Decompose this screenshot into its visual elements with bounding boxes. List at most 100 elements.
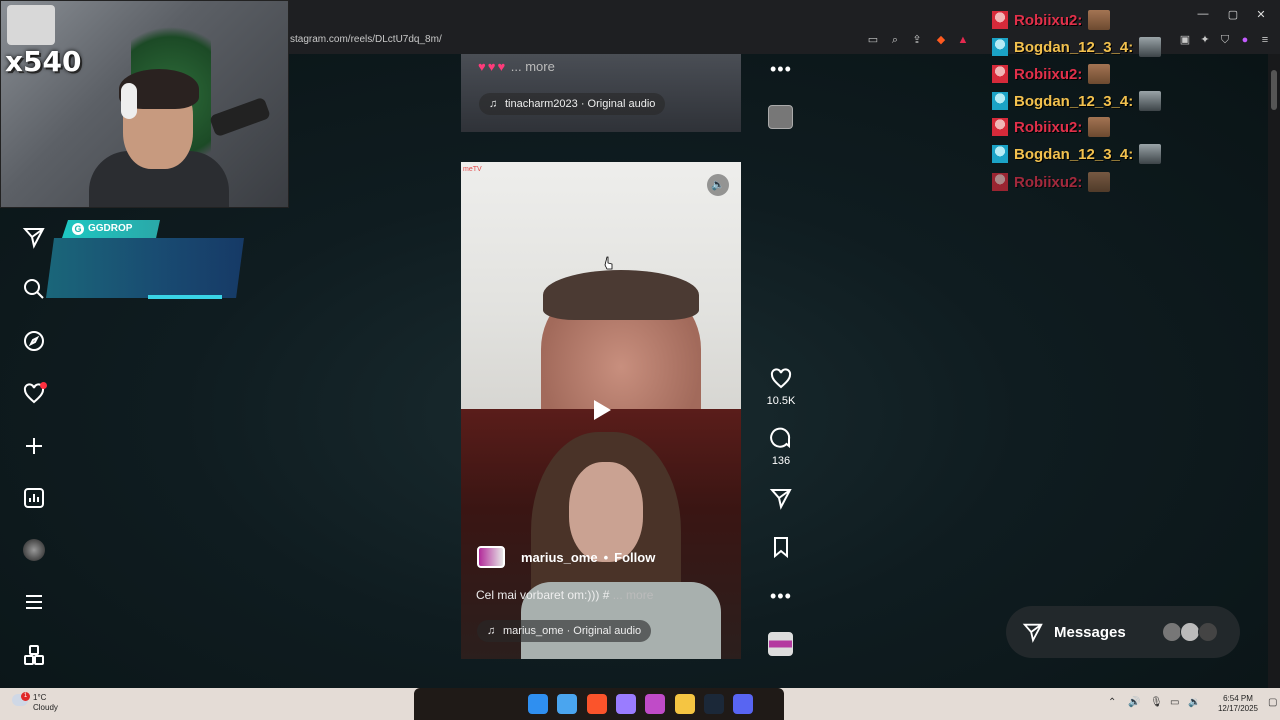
discord-icon[interactable] (733, 694, 753, 714)
ggdrop-banner (46, 238, 244, 298)
share-icon[interactable]: ⇪ (910, 33, 924, 47)
caption-text: Cel mai vorbaret om:))) # (476, 588, 610, 602)
reel-audio[interactable]: ♫ marius_ome · Original audio (477, 620, 652, 642)
extension-icon[interactable]: ● (1238, 33, 1252, 47)
scrollbar[interactable] (1268, 54, 1280, 688)
like-button[interactable]: 10.5K (766, 367, 796, 407)
plus-icon (26, 438, 42, 454)
ggdrop-logo-icon: G (72, 223, 84, 235)
speaker-icon[interactable]: 🔊 (1128, 697, 1140, 708)
webcam-overlay: x540 (0, 0, 289, 208)
scrollbar-thumb[interactable] (1271, 70, 1277, 110)
chevron-up-icon[interactable]: ⌃ (1108, 697, 1116, 708)
chat-emote (1088, 117, 1111, 137)
clock-date[interactable]: 12/17/2025 (1210, 704, 1266, 713)
chat-badge-icon (992, 118, 1008, 136)
separator-dot: • (603, 549, 609, 565)
start-icon[interactable] (528, 694, 548, 714)
reel-previous-caption[interactable]: ♥♥♥ ... more (478, 59, 555, 74)
message-avatar (1198, 622, 1218, 642)
cast-icon[interactable]: ▭ (866, 33, 880, 47)
volume-icon[interactable]: 🔉 (1188, 697, 1200, 708)
wallet-icon[interactable]: ▣ (1178, 33, 1192, 47)
taskview-icon[interactable] (557, 694, 577, 714)
clock-time[interactable]: 6:54 PM (1210, 694, 1266, 703)
folder-icon[interactable] (675, 694, 695, 714)
steam-icon[interactable] (704, 694, 724, 714)
chat-message: Robiixu2: (992, 116, 1111, 138)
author-username[interactable]: marius_ome (521, 550, 598, 565)
notifications-icon[interactable]: ▢ (1268, 697, 1277, 708)
rewards-icon[interactable]: ▲ (956, 33, 970, 47)
chat-username: Robiixu2: (1014, 11, 1083, 29)
heart-icon (770, 368, 792, 389)
author-avatar[interactable] (477, 546, 505, 568)
leo-icon[interactable]: ✦ (1198, 33, 1212, 47)
hand-cursor-icon (604, 256, 613, 270)
weather-description[interactable]: Cloudy (33, 703, 58, 712)
notification-dot (40, 382, 47, 389)
reel-caption[interactable]: Cel mai vorbaret om:))) # ... more (476, 588, 653, 602)
message-avatar (1180, 622, 1200, 642)
comment-count: 136 (771, 455, 791, 467)
reel-previous-more-button[interactable]: ••• (770, 59, 792, 80)
send-icon (22, 228, 45, 249)
reel-audio-thumbnail[interactable] (768, 632, 793, 656)
vpn-icon[interactable]: ⛉ (1218, 33, 1232, 47)
reel-previous-audio[interactable]: ♫ tinacharm2023 · Original audio (479, 93, 666, 115)
message-avatar (1162, 622, 1182, 642)
save-button[interactable] (766, 535, 796, 559)
brave-icon[interactable] (587, 694, 607, 714)
share-button[interactable] (766, 486, 796, 510)
volume-button[interactable]: 🔈 (707, 174, 729, 196)
close-button[interactable]: ✕ (1254, 8, 1268, 21)
sidebar-create-button[interactable] (20, 432, 48, 460)
minimize-button[interactable]: — (1196, 8, 1210, 20)
send-icon (1022, 623, 1043, 643)
weather-temperature[interactable]: 1°C (33, 693, 46, 702)
play-icon[interactable] (589, 398, 613, 422)
chat-message: Robiixu2: (992, 9, 1111, 31)
caption-more-link[interactable]: ... more (511, 59, 555, 74)
weather-badge: 1 (21, 692, 30, 701)
app-icon[interactable] (645, 694, 665, 714)
app-icon[interactable] (616, 694, 636, 714)
hamburger-icon (26, 595, 42, 609)
microphone (208, 96, 272, 138)
chat-message: Bogdan_12_3_4: (992, 36, 1162, 58)
maximize-button[interactable]: ▢ (1226, 8, 1240, 21)
chat-username: Robiixu2: (1014, 65, 1083, 83)
sidebar-profile-button[interactable] (20, 536, 48, 564)
comment-button[interactable]: 136 (766, 427, 796, 467)
profile-avatar (23, 539, 45, 561)
sidebar-direct-button[interactable] (20, 223, 48, 251)
zoom-icon[interactable]: ⌕ (888, 33, 902, 47)
chat-badge-icon (992, 11, 1008, 29)
sidebar-apps-button[interactable] (20, 641, 48, 669)
sidebar-explore-button[interactable] (20, 327, 48, 355)
video-watermark: meTV (463, 166, 482, 173)
music-note-icon: ♫ (489, 98, 498, 110)
chat-message: Bogdan_12_3_4: (992, 143, 1162, 165)
sidebar-search-button[interactable] (20, 275, 48, 303)
network-icon[interactable]: ▭ (1170, 697, 1179, 708)
chat-emote (1088, 10, 1111, 30)
mic-icon[interactable]: 🎙 (1150, 697, 1163, 708)
sidebar-dashboard-button[interactable] (20, 484, 48, 512)
messages-button[interactable]: Messages (1006, 606, 1240, 658)
chat-badge-icon (992, 145, 1008, 163)
reel-video[interactable]: meTV 🔈 marius_ome • Follow Cel mai vorba… (461, 162, 741, 659)
caption-more-link[interactable]: ... more (613, 588, 654, 602)
chat-emote (1139, 37, 1162, 57)
audio-label: tinacharm2023 · Original audio (505, 98, 656, 110)
comment-icon (770, 427, 791, 449)
sidebar-more-button[interactable] (20, 588, 48, 616)
chat-emote (1139, 144, 1162, 164)
chat-emote (1088, 64, 1111, 84)
menu-icon[interactable]: ≡ (1258, 33, 1272, 47)
reel-previous-audio-thumbnail[interactable] (768, 105, 793, 129)
brave-shield-icon[interactable]: ◆ (934, 33, 948, 47)
send-icon (769, 489, 792, 510)
reel-more-button[interactable]: ••• (770, 586, 792, 607)
follow-button[interactable]: Follow (614, 550, 655, 565)
